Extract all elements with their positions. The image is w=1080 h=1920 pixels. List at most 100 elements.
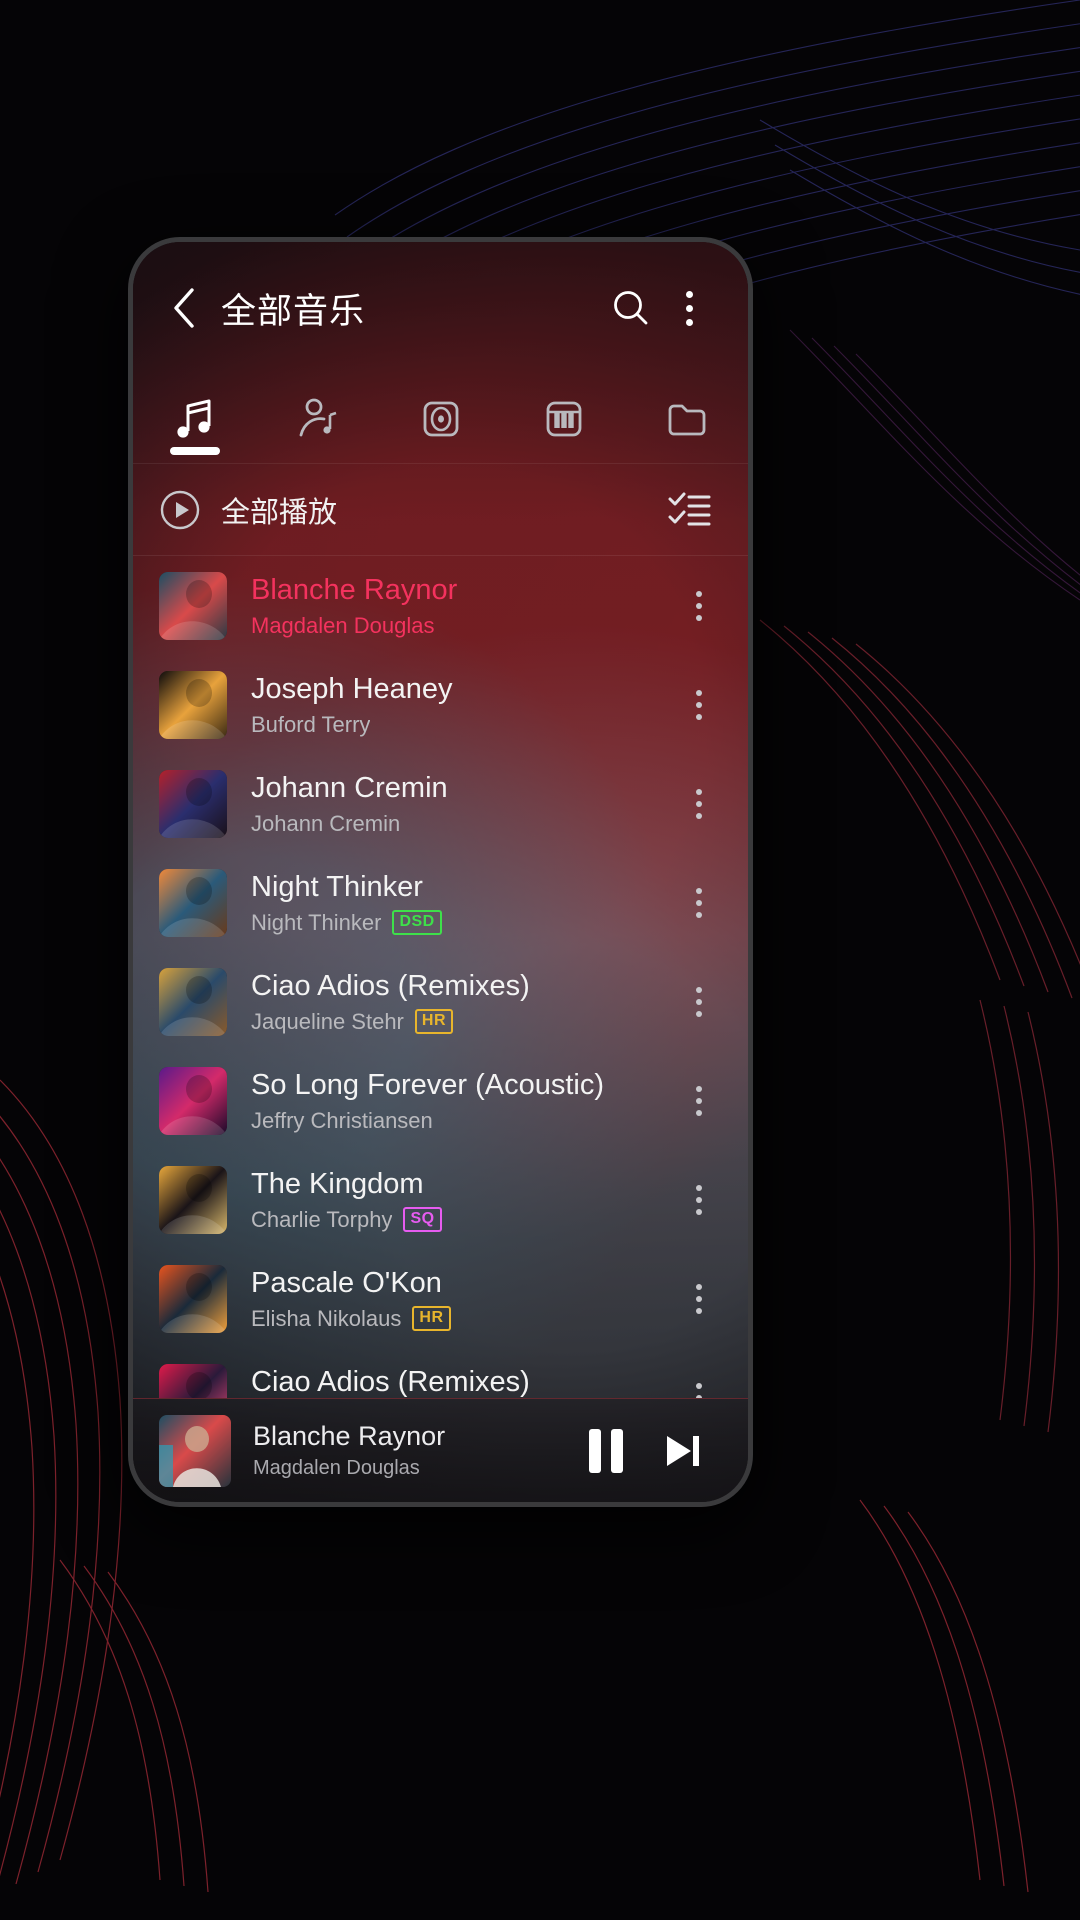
mini-player-cover[interactable]	[159, 1414, 231, 1487]
next-track-button[interactable]	[644, 1413, 720, 1489]
song-cover	[159, 769, 227, 838]
song-row[interactable]: Ciao Adios (Remixes) Jaqueline Stehr HR	[133, 952, 748, 1051]
search-icon	[614, 291, 648, 325]
song-more-button[interactable]	[672, 768, 726, 840]
active-tab-indicator	[169, 447, 220, 455]
phone-screen: 全部音乐 全部播放 Blanche Raynor Magdalen Dougla…	[133, 242, 748, 1502]
song-row[interactable]: Ciao Adios (Remixes) Willis Osinski	[133, 1348, 748, 1398]
play-circle-icon	[160, 490, 200, 529]
play-all-bar: 全部播放	[133, 464, 748, 556]
song-meta: Johann Cremin Johann Cremin	[251, 770, 672, 838]
song-meta: Ciao Adios (Remixes) Jaqueline Stehr HR	[251, 968, 672, 1036]
song-meta: Blanche Raynor Magdalen Douglas	[251, 572, 672, 640]
song-subtitle: Magdalen Douglas	[251, 612, 672, 640]
song-cover	[159, 571, 227, 640]
song-more-button[interactable]	[672, 1164, 726, 1236]
album-art-thumbnail	[159, 868, 227, 937]
song-subtitle: Charlie Torphy SQ	[251, 1206, 672, 1234]
song-cover	[159, 1165, 227, 1234]
song-more-button[interactable]	[672, 570, 726, 642]
more-vertical-icon	[696, 986, 702, 1017]
album-art-thumbnail	[159, 1264, 227, 1333]
song-meta: The Kingdom Charlie Torphy SQ	[251, 1166, 672, 1234]
song-title: The Kingdom	[251, 1167, 424, 1200]
song-title: Ciao Adios (Remixes)	[251, 1365, 530, 1398]
song-more-button[interactable]	[672, 867, 726, 939]
mini-player-artist: Magdalen Douglas	[253, 1457, 420, 1479]
song-title: Pascale O'Kon	[251, 1266, 442, 1299]
song-cover	[159, 1264, 227, 1333]
more-vertical-icon	[696, 689, 702, 720]
song-more-button[interactable]	[672, 1263, 726, 1335]
library-tab-bar	[133, 374, 748, 464]
quality-badge: HR	[414, 1009, 453, 1034]
song-more-button[interactable]	[672, 966, 726, 1038]
folder-icon	[668, 404, 705, 435]
phone-device-frame: 全部音乐 全部播放 Blanche Raynor Magdalen Dougla…	[128, 237, 753, 1507]
song-title: Night Thinker	[251, 870, 423, 903]
song-list[interactable]: Blanche Raynor Magdalen Douglas Joseph H…	[133, 556, 748, 1398]
pause-button[interactable]	[568, 1413, 644, 1489]
mini-player-bar: Blanche Raynor Magdalen Douglas	[133, 1398, 748, 1502]
mini-player-meta: Blanche Raynor Magdalen Douglas	[253, 1420, 568, 1481]
song-row[interactable]: Pascale O'Kon Elisha Nikolaus HR	[133, 1249, 748, 1348]
search-button[interactable]	[602, 279, 660, 337]
back-button[interactable]	[161, 285, 207, 331]
chevron-left-icon	[174, 288, 194, 328]
more-vertical-icon	[696, 1184, 702, 1215]
more-vertical-icon	[696, 1382, 702, 1398]
song-artist: Magdalen Douglas	[251, 612, 435, 638]
play-all-button[interactable]: 全部播放	[159, 489, 337, 531]
song-row[interactable]: Joseph Heaney Buford Terry	[133, 655, 748, 754]
song-row[interactable]: Blanche Raynor Magdalen Douglas	[133, 556, 748, 655]
song-cover	[159, 868, 227, 937]
song-meta: So Long Forever (Acoustic) Jeffry Christ…	[251, 1067, 672, 1135]
song-more-button[interactable]	[672, 669, 726, 741]
quality-badge: DSD	[392, 910, 442, 935]
play-all-label: 全部播放	[221, 496, 338, 529]
tab-folders[interactable]	[625, 374, 748, 463]
music-note-icon	[176, 399, 210, 438]
skip-next-icon	[667, 1435, 699, 1466]
song-row[interactable]: The Kingdom Charlie Torphy SQ	[133, 1150, 748, 1249]
tab-albums[interactable]	[379, 374, 502, 463]
song-subtitle: Jaqueline Stehr HR	[251, 1008, 672, 1036]
tab-genres[interactable]	[502, 374, 625, 463]
song-cover	[159, 1363, 227, 1398]
music-app: 全部音乐 全部播放 Blanche Raynor Magdalen Dougla…	[133, 242, 748, 1502]
song-subtitle: Night Thinker DSD	[251, 909, 672, 937]
page-title: 全部音乐	[221, 291, 366, 331]
tab-songs[interactable]	[133, 374, 256, 463]
song-subtitle: Jeffry Christiansen	[251, 1107, 672, 1135]
song-row[interactable]: So Long Forever (Acoustic) Jeffry Christ…	[133, 1051, 748, 1150]
album-art-thumbnail	[159, 1165, 227, 1234]
album-art-thumbnail	[159, 670, 227, 739]
song-row[interactable]: Night Thinker Night Thinker DSD	[133, 853, 748, 952]
song-title: Blanche Raynor	[251, 573, 458, 606]
overflow-menu-button[interactable]	[660, 279, 718, 337]
song-cover	[159, 967, 227, 1036]
song-more-button[interactable]	[672, 1065, 726, 1137]
album-art-thumbnail	[159, 571, 227, 640]
song-more-button[interactable]	[672, 1362, 726, 1398]
song-meta: Joseph Heaney Buford Terry	[251, 671, 672, 739]
song-subtitle: Elisha Nikolaus HR	[251, 1305, 672, 1333]
tab-artists[interactable]	[256, 374, 379, 463]
song-artist: Charlie Torphy	[251, 1206, 393, 1232]
app-top-bar: 全部音乐	[133, 242, 748, 374]
album-art-thumbnail	[159, 769, 227, 838]
quality-badge: HR	[412, 1306, 451, 1331]
song-title: Johann Cremin	[251, 771, 448, 804]
mini-player-title: Blanche Raynor	[253, 1421, 446, 1451]
album-disc-icon	[423, 401, 458, 436]
song-title: Ciao Adios (Remixes)	[251, 969, 530, 1002]
song-artist: Elisha Nikolaus	[251, 1305, 402, 1331]
more-vertical-icon	[685, 290, 693, 326]
song-row[interactable]: Johann Cremin Johann Cremin	[133, 754, 748, 853]
album-art-thumbnail	[159, 1066, 227, 1135]
song-artist: Jeffry Christiansen	[251, 1107, 433, 1133]
more-vertical-icon	[696, 1085, 702, 1116]
multiselect-button[interactable]	[660, 481, 718, 539]
more-vertical-icon	[696, 590, 702, 621]
song-subtitle: Buford Terry	[251, 711, 672, 739]
